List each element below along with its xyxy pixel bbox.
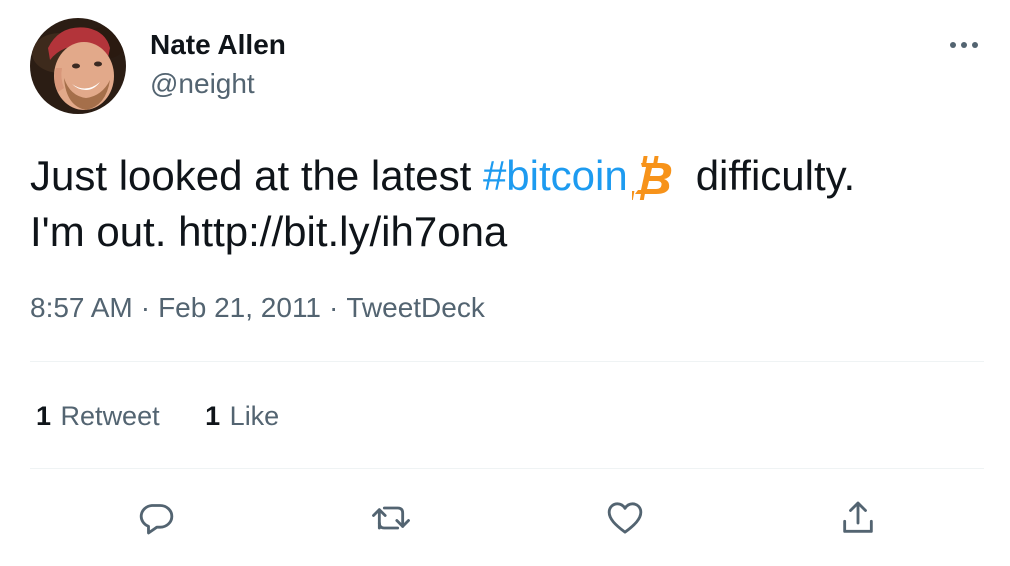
tweet-time[interactable]: 8:57 AM	[30, 292, 133, 323]
tweet-card: Nate Allen @neight Just looked at the la…	[0, 0, 1010, 566]
user-handle[interactable]: @neight	[150, 68, 255, 100]
meta-separator: ·	[329, 292, 339, 323]
share-button[interactable]	[832, 492, 884, 544]
retweet-button[interactable]	[365, 492, 417, 544]
retweets-count: 1	[36, 401, 52, 431]
tweet-stats: 1 Retweet 1 Like	[36, 398, 317, 434]
tweet-metadata: 8:57 AM · Feb 21, 2011 · TweetDeck	[30, 290, 485, 326]
divider	[30, 361, 984, 362]
tweet-source[interactable]: TweetDeck	[346, 292, 485, 323]
likes-label: Like	[229, 401, 280, 431]
hashtag-link[interactable]: #bitcoin	[483, 152, 628, 199]
heart-icon	[607, 502, 643, 534]
likes-count: 1	[205, 401, 221, 431]
tweet-text-end: difficulty.	[695, 152, 856, 199]
retweets-stat[interactable]: 1 Retweet	[36, 398, 160, 434]
reply-icon	[139, 504, 174, 535]
more-options-icon[interactable]	[944, 30, 984, 60]
tweet-date[interactable]: Feb 21, 2011	[158, 292, 321, 323]
action-bar	[0, 492, 1010, 544]
avatar[interactable]	[30, 18, 126, 114]
meta-separator: ·	[140, 292, 151, 323]
reply-button[interactable]	[130, 492, 182, 544]
like-button[interactable]	[599, 492, 651, 544]
tweet-text: Just looked at the latest #bitcoin diffic…	[30, 148, 990, 260]
retweet-icon	[372, 506, 410, 530]
tweet-text-line2: I'm out.	[30, 208, 179, 255]
likes-stat[interactable]: 1 Like	[205, 398, 279, 434]
display-name[interactable]: Nate Allen	[150, 29, 286, 61]
bitcoin-emoji-icon	[631, 148, 682, 204]
tweet-text-start: Just looked at the latest	[30, 152, 483, 199]
retweets-label: Retweet	[60, 401, 160, 431]
tweet-url-link[interactable]: http://bit.ly/ih7ona	[178, 208, 507, 255]
share-icon	[843, 501, 873, 533]
divider	[30, 468, 984, 469]
